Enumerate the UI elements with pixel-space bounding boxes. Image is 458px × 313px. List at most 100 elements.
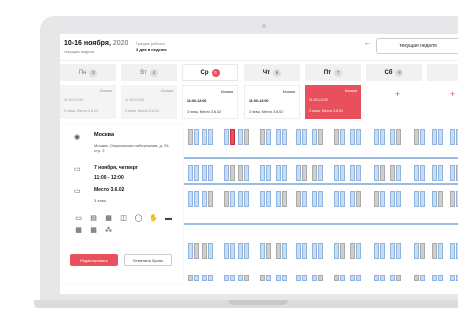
desk-seat[interactable]	[356, 165, 361, 181]
desk-seat[interactable]	[396, 191, 401, 207]
desk-seat[interactable]	[230, 165, 235, 181]
desk-seat[interactable]	[208, 243, 213, 259]
desk-seat[interactable]	[244, 191, 249, 207]
desk-seat[interactable]	[208, 275, 213, 281]
desk-seat[interactable]	[438, 243, 443, 259]
desk-seat[interactable]	[238, 243, 243, 259]
desk-seat[interactable]	[282, 191, 287, 207]
desk-seat[interactable]	[244, 165, 249, 181]
desk-seat[interactable]	[224, 275, 229, 281]
desk-seat[interactable]	[296, 129, 301, 145]
desk-seat[interactable]	[188, 129, 193, 145]
desk-seat[interactable]	[230, 191, 235, 207]
desk-seat[interactable]	[350, 191, 355, 207]
desk-seat[interactable]	[432, 191, 437, 207]
add-booking-button[interactable]: +	[395, 89, 400, 99]
desk-seat[interactable]	[230, 275, 235, 281]
desk-seat[interactable]	[296, 243, 301, 259]
desk-seat[interactable]	[302, 191, 307, 207]
desk-seat[interactable]	[302, 129, 307, 145]
desk-seat[interactable]	[208, 191, 213, 207]
desk-seat[interactable]	[380, 275, 385, 281]
desk-seat[interactable]	[318, 243, 323, 259]
desk-seat[interactable]	[390, 275, 395, 281]
desk-seat[interactable]	[350, 275, 355, 281]
desk-seat[interactable]	[374, 191, 379, 207]
desk-seat[interactable]	[356, 191, 361, 207]
desk-seat[interactable]	[318, 129, 323, 145]
desk-seat[interactable]	[202, 165, 207, 181]
day-tab-thu[interactable]: Чт 6	[244, 64, 300, 81]
cancel-booking-button[interactable]: Отменить бронь	[124, 254, 172, 266]
desk-seat[interactable]	[380, 191, 385, 207]
desk-seat[interactable]	[432, 129, 437, 145]
desk-seat[interactable]	[194, 191, 199, 207]
desk-seat[interactable]	[380, 165, 385, 181]
desk-seat[interactable]	[414, 129, 419, 145]
desk-seat[interactable]	[282, 243, 287, 259]
prev-week-button[interactable]: ←	[364, 40, 371, 47]
desk-seat[interactable]	[350, 129, 355, 145]
desk-seat[interactable]	[238, 165, 243, 181]
desk-seat[interactable]	[356, 129, 361, 145]
desk-seat[interactable]	[420, 243, 425, 259]
desk-seat[interactable]	[318, 275, 323, 281]
booking-card-selected[interactable]: Москва 11:00-12:00 3 этаж, Место 3.6.02	[305, 85, 361, 119]
desk-seat[interactable]	[390, 165, 395, 181]
desk-seat[interactable]	[266, 243, 271, 259]
desk-seat[interactable]	[238, 275, 243, 281]
desk-seat[interactable]	[276, 275, 281, 281]
desk-seat[interactable]	[276, 129, 281, 145]
desk-seat[interactable]	[208, 129, 213, 145]
desk-seat[interactable]	[334, 191, 339, 207]
day-tab-mon[interactable]: Пн 3	[60, 64, 116, 81]
desk-seat[interactable]	[238, 191, 243, 207]
desk-seat[interactable]	[260, 275, 265, 281]
desk-seat[interactable]	[244, 275, 249, 281]
desk-seat[interactable]	[438, 165, 443, 181]
desk-seat[interactable]	[266, 165, 271, 181]
desk-seat[interactable]	[340, 191, 345, 207]
desk-seat[interactable]	[356, 275, 361, 281]
desk-seat[interactable]	[340, 243, 345, 259]
desk-seat[interactable]	[390, 243, 395, 259]
desk-seat[interactable]	[312, 191, 317, 207]
desk-seat[interactable]	[312, 165, 317, 181]
desk-seat[interactable]	[396, 275, 401, 281]
day-tab-tue[interactable]: Вт 4	[121, 64, 177, 81]
desk-seat[interactable]	[438, 129, 443, 145]
desk-seat[interactable]	[312, 129, 317, 145]
day-tab-next[interactable]	[427, 64, 458, 81]
desk-seat[interactable]	[334, 243, 339, 259]
desk-seat[interactable]	[414, 275, 419, 281]
desk-seat[interactable]	[194, 275, 199, 281]
desk-seat[interactable]	[350, 243, 355, 259]
desk-seat[interactable]	[302, 275, 307, 281]
desk-seat[interactable]	[450, 129, 455, 145]
desk-seat[interactable]	[224, 191, 229, 207]
desk-seat[interactable]	[396, 129, 401, 145]
desk-seat[interactable]	[276, 191, 281, 207]
desk-seat[interactable]	[450, 191, 455, 207]
desk-seat[interactable]	[356, 243, 361, 259]
desk-seat[interactable]	[224, 243, 229, 259]
desk-seat[interactable]	[374, 243, 379, 259]
desk-seat[interactable]	[318, 165, 323, 181]
desk-seat[interactable]	[374, 165, 379, 181]
desk-seat[interactable]	[334, 129, 339, 145]
desk-seat[interactable]	[432, 243, 437, 259]
desk-seat[interactable]	[260, 165, 265, 181]
desk-seat[interactable]	[202, 275, 207, 281]
desk-seat[interactable]	[266, 191, 271, 207]
desk-seat[interactable]	[420, 129, 425, 145]
desk-seat[interactable]	[244, 129, 249, 145]
desk-seat[interactable]	[414, 165, 419, 181]
desk-seat[interactable]	[266, 275, 271, 281]
desk-seat[interactable]	[374, 275, 379, 281]
desk-seat[interactable]	[202, 191, 207, 207]
desk-seat[interactable]	[380, 243, 385, 259]
desk-seat[interactable]	[224, 165, 229, 181]
desk-seat[interactable]	[420, 275, 425, 281]
booking-card[interactable]: Москва 11:00-12:00 3 этаж, Место 3.6.02	[60, 85, 116, 119]
desk-seat[interactable]	[224, 129, 229, 145]
